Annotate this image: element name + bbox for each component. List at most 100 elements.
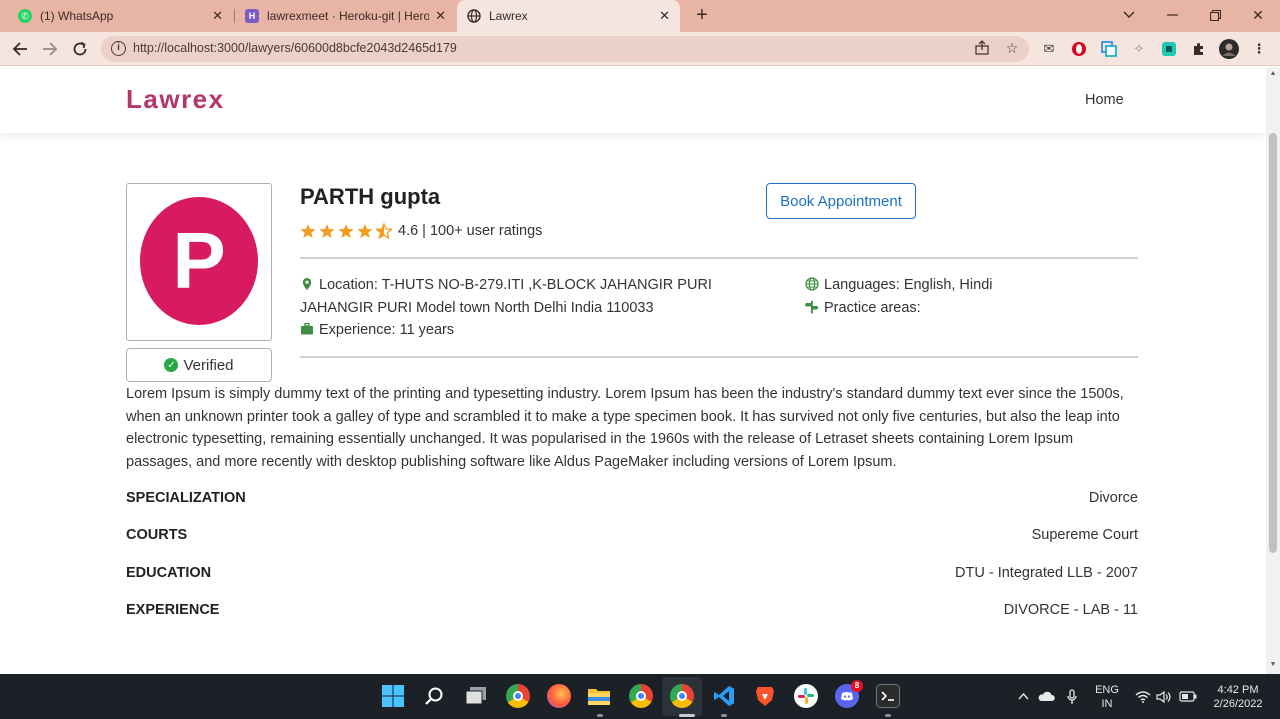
half-star-icon (376, 223, 392, 239)
vscode-icon[interactable] (712, 684, 736, 708)
practice-areas-info: Practice areas: (805, 297, 921, 320)
experience-text: Experience: 11 years (319, 322, 455, 338)
windows-taskbar: 8 ENG IN 4:42 PM 2/26/2022 (0, 674, 1280, 719)
signpost-icon (805, 301, 819, 314)
search-icon[interactable] (422, 684, 446, 708)
file-explorer-icon[interactable] (587, 684, 611, 708)
share-icon[interactable] (973, 40, 991, 58)
volume-icon[interactable] (1155, 674, 1173, 719)
scroll-up-arrow-icon[interactable]: ▲ (1269, 70, 1277, 77)
windows-start-icon[interactable] (381, 684, 405, 708)
bookmark-star-icon[interactable]: ☆ (1003, 40, 1021, 58)
nav-home-link[interactable]: Home (1085, 92, 1124, 108)
task-view-icon[interactable] (464, 684, 488, 708)
site-navbar: Lawrex Home (0, 67, 1266, 133)
input-language-indicator[interactable]: ENG IN (1090, 674, 1124, 719)
detail-row-experience: EXPERIENCE DIVORCE - LAB - 11 (126, 602, 1138, 622)
firefox-icon[interactable] (547, 684, 571, 708)
running-indicator (597, 714, 603, 717)
wand-extension-icon[interactable]: ✧ (1130, 40, 1148, 58)
tab-search-chevron-icon[interactable] (1107, 0, 1151, 30)
check-circle-icon: ✓ (164, 358, 179, 372)
tab-heroku[interactable]: H lawrexmeet · Heroku-git | Heroku ✕ (235, 0, 456, 32)
reload-button[interactable] (68, 37, 92, 61)
chrome-profile-icon[interactable] (506, 684, 530, 708)
detail-label: COURTS (126, 527, 188, 543)
page-scrollbar[interactable]: ▲ ▼ (1266, 67, 1280, 674)
running-indicator (885, 714, 891, 717)
back-button[interactable] (8, 37, 32, 61)
discord-icon[interactable]: 8 (835, 680, 863, 708)
url-text[interactable]: http://localhost:3000/lawyers/60600d8bcf… (133, 41, 457, 55)
close-icon[interactable]: ✕ (435, 8, 446, 24)
slack-icon[interactable] (794, 684, 818, 708)
terminal-icon[interactable] (876, 684, 900, 708)
page-viewport: Lawrex Home P ✓ Verified PARTH gupta 4.6… (0, 67, 1266, 674)
book-appointment-button[interactable]: Book Appointment (766, 183, 916, 219)
battery-icon[interactable] (1178, 674, 1198, 719)
scrollbar-thumb[interactable] (1269, 133, 1277, 553)
new-tab-button[interactable]: + (691, 4, 713, 27)
rating-stars: 4.6 | 100+ user ratings (300, 223, 542, 239)
rating-text: 4.6 | 100+ user ratings (398, 223, 543, 239)
microphone-icon[interactable] (1062, 674, 1082, 719)
globe-icon (467, 9, 481, 23)
lawyer-name: PARTH gupta (300, 184, 441, 209)
clock[interactable]: 4:42 PM 2/26/2022 (1204, 674, 1272, 719)
wifi-icon[interactable] (1134, 674, 1152, 719)
lang-region: IN (1101, 697, 1113, 710)
chrome-icon[interactable] (629, 684, 653, 708)
brave-icon[interactable] (753, 684, 777, 708)
running-indicator (721, 714, 727, 717)
star-icon (300, 224, 316, 238)
puzzle-extensions-icon[interactable] (1190, 40, 1208, 58)
opera-extension-icon[interactable] (1070, 40, 1088, 58)
copy-extension-icon[interactable] (1100, 40, 1118, 58)
address-bar[interactable]: i http://localhost:3000/lawyers/60600d8b… (101, 36, 1029, 62)
tab-lawrex[interactable]: Lawrex ✕ (457, 0, 680, 32)
heroku-icon: H (245, 9, 259, 23)
teal-extension-icon[interactable] (1160, 40, 1178, 58)
forward-button[interactable] (38, 37, 62, 61)
site-info-icon[interactable]: i (111, 41, 126, 56)
tab-title: lawrexmeet · Heroku-git | Heroku (267, 9, 430, 23)
avatar: P (140, 197, 258, 325)
about-text: Lorem Ipsum is simply dummy text of the … (126, 386, 1124, 470)
restore-button[interactable] (1193, 0, 1237, 30)
brand-logo[interactable]: Lawrex (126, 84, 225, 115)
tray-overflow-chevron-icon[interactable] (1014, 674, 1032, 719)
detail-label: EXPERIENCE (126, 602, 220, 618)
verified-label: Verified (183, 356, 234, 374)
location-text: Location: T-HUTS NO-B-279.ITI ,K-BLOCK J… (300, 277, 712, 316)
minimize-button[interactable] (1150, 0, 1194, 30)
profile-avatar-icon[interactable] (1219, 39, 1239, 59)
divider (300, 257, 1138, 259)
close-icon[interactable]: ✕ (212, 8, 223, 24)
briefcase-icon (301, 322, 313, 335)
globe-icon (805, 277, 819, 291)
tab-whatsapp[interactable]: ✆ (1) WhatsApp ✕ (8, 0, 233, 32)
scroll-down-arrow-icon[interactable]: ▼ (1269, 661, 1277, 668)
active-indicator (679, 714, 695, 717)
close-window-button[interactable]: ✕ (1236, 0, 1280, 30)
location-info: Location: T-HUTS NO-B-279.ITI ,K-BLOCK J… (300, 274, 780, 319)
chrome-active-icon[interactable] (670, 684, 694, 708)
detail-label: SPECIALIZATION (126, 490, 246, 506)
tab-title: Lawrex (489, 9, 528, 23)
detail-value: Divorce (1088, 490, 1138, 506)
tab-title: (1) WhatsApp (40, 9, 114, 23)
map-pin-icon (302, 278, 312, 290)
detail-label: EDUCATION (126, 565, 212, 581)
lang-code: ENG (1095, 683, 1119, 696)
clock-time: 4:42 PM (1217, 683, 1259, 696)
mail-extension-icon[interactable]: ✉ (1040, 40, 1058, 58)
onedrive-cloud-icon[interactable] (1036, 674, 1056, 719)
detail-row-courts: COURTS Supereme Court (126, 527, 1138, 547)
detail-row-specialization: SPECIALIZATION Divorce (126, 490, 1138, 510)
detail-value: Supereme Court (1031, 527, 1138, 543)
detail-value: DIVORCE - LAB - 11 (1003, 602, 1138, 618)
discord-badge: 8 (851, 680, 863, 692)
more-menu-icon[interactable]: ⋮ (1250, 40, 1268, 58)
star-icon (319, 224, 335, 238)
close-icon[interactable]: ✕ (659, 8, 670, 24)
